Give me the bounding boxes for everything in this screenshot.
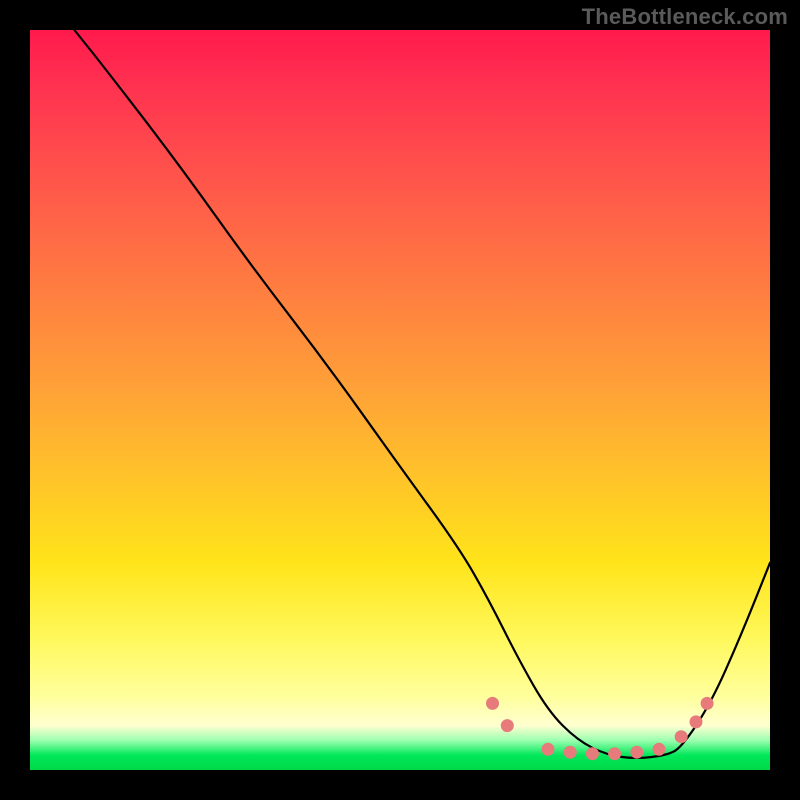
plot-area bbox=[30, 30, 770, 770]
marker-dot bbox=[690, 715, 703, 728]
bottleneck-curve bbox=[74, 30, 770, 758]
marker-dot bbox=[630, 746, 643, 759]
marker-dot bbox=[675, 730, 688, 743]
marker-dot bbox=[501, 719, 514, 732]
watermark-text: TheBottleneck.com bbox=[582, 4, 788, 30]
marker-dot bbox=[701, 697, 714, 710]
marker-dot bbox=[564, 746, 577, 759]
marker-dot bbox=[653, 743, 666, 756]
marker-dot bbox=[542, 743, 555, 756]
chart-frame: TheBottleneck.com bbox=[0, 0, 800, 800]
marker-dot bbox=[608, 747, 621, 760]
marker-dot bbox=[586, 747, 599, 760]
curve-svg bbox=[30, 30, 770, 770]
marker-dot bbox=[486, 697, 499, 710]
